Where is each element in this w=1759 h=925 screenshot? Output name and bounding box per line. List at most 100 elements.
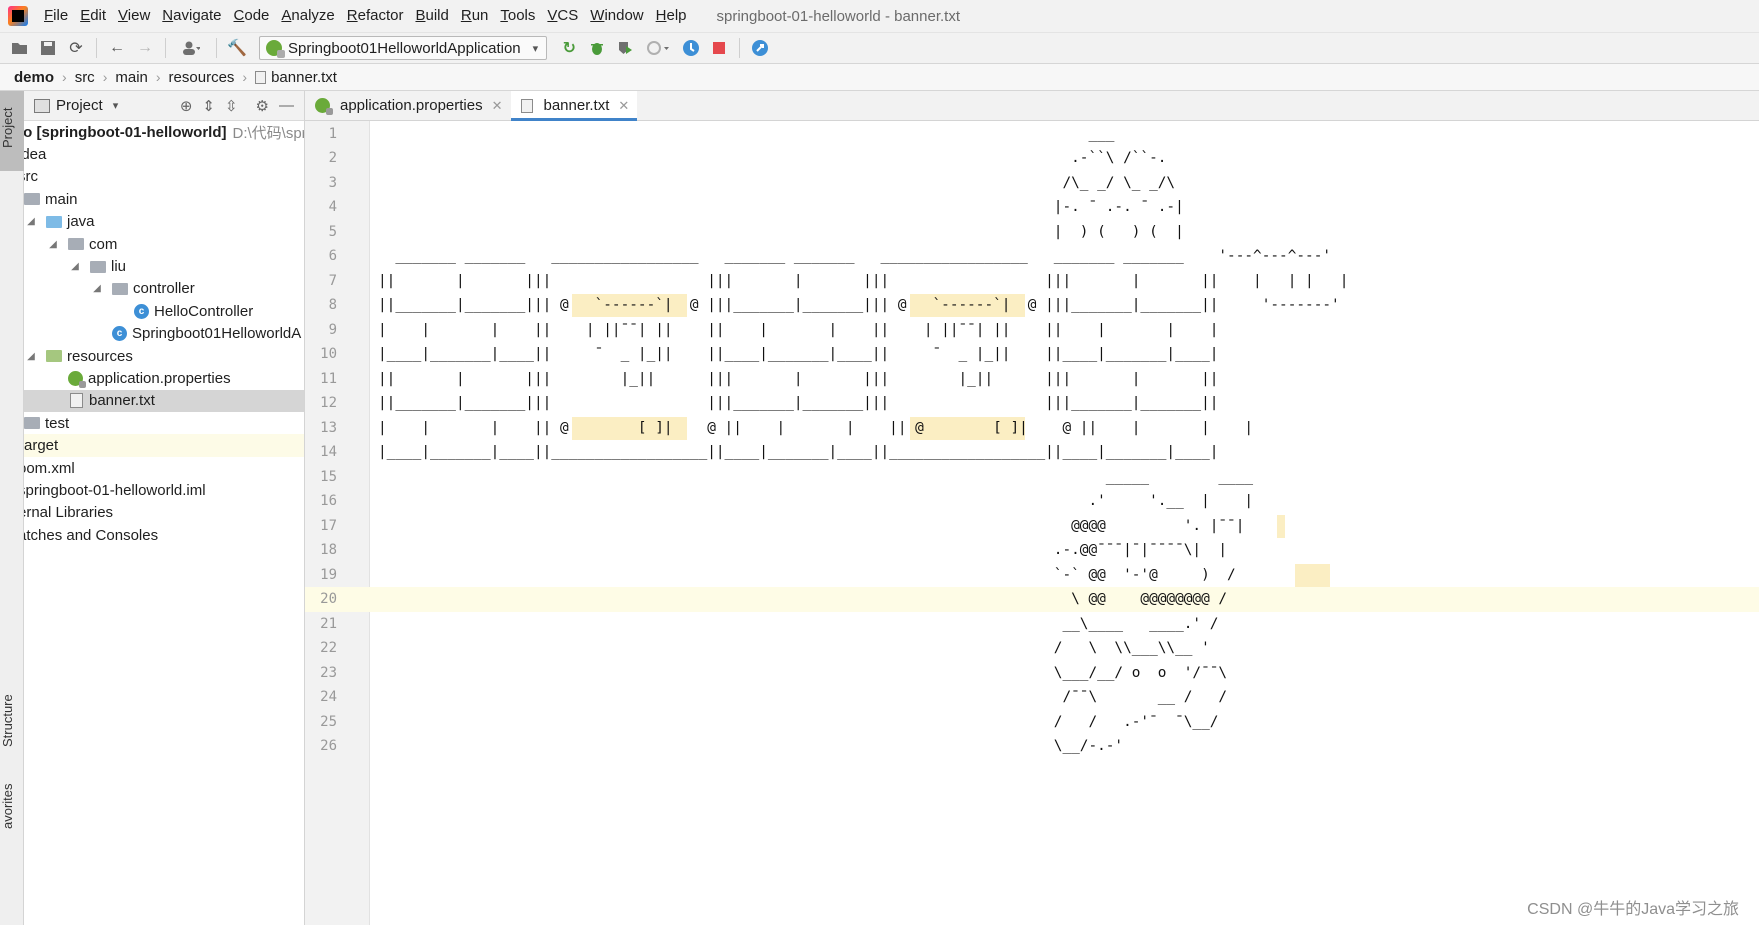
code-line: .-``\ /``-. xyxy=(378,150,1167,166)
open-folder-icon[interactable] xyxy=(6,35,34,61)
window-title: springboot-01-helloworld - banner.txt xyxy=(716,7,960,25)
toolbar-separator xyxy=(739,38,741,58)
save-all-icon[interactable] xyxy=(34,35,62,61)
stop-icon[interactable] xyxy=(705,35,733,61)
tree-item-resources[interactable]: ◢ resources xyxy=(24,345,304,367)
code-line: ||_______|_______||| @ `------`| @ |||__… xyxy=(378,297,1340,313)
expand-all-icon[interactable]: ⇕ xyxy=(202,97,215,115)
menu-tools[interactable]: Tools xyxy=(494,0,541,32)
back-arrow-icon[interactable]: ← xyxy=(103,35,131,61)
chevron-down-icon[interactable]: ▾ xyxy=(113,99,119,112)
menu-vcs[interactable]: VCS xyxy=(541,0,584,32)
breadcrumb-src[interactable]: src xyxy=(75,69,95,86)
tree-item-hello-controller[interactable]: c HelloController xyxy=(24,300,304,322)
chevron-down-icon[interactable]: ◢ xyxy=(24,216,38,227)
project-view-select[interactable]: Project xyxy=(56,97,103,114)
tree-item-controller[interactable]: ◢ controller xyxy=(24,278,304,300)
tree-item-label: liu xyxy=(111,258,127,276)
menu-code[interactable]: Code xyxy=(228,0,276,32)
menu-window[interactable]: Window xyxy=(584,0,649,32)
tree-item-test[interactable]: test xyxy=(24,412,304,434)
tree-item-java[interactable]: ◢ java xyxy=(24,211,304,233)
menu-navigate[interactable]: Navigate xyxy=(156,0,227,32)
tree-item-pom-xml[interactable]: oom.xml xyxy=(24,457,304,479)
locate-file-icon[interactable]: ⊕ xyxy=(180,97,193,115)
tree-item-iml[interactable]: springboot-01-helloworld.iml xyxy=(24,479,304,501)
tab-application-properties[interactable]: application.properties ✕ xyxy=(305,91,511,120)
code-line: |____|_______|____|| ¯ _ |_|| ||____|___… xyxy=(378,346,1219,362)
chevron-down-icon[interactable]: ◢ xyxy=(24,351,38,362)
menu-file[interactable]: File xyxy=(38,0,74,32)
package-icon xyxy=(112,282,128,295)
tree-item-idea[interactable]: idea xyxy=(24,143,304,165)
tree-item-external-libraries[interactable]: ernal Libraries xyxy=(24,502,304,524)
line-number: 24 xyxy=(320,689,337,705)
tree-item-target[interactable]: arget xyxy=(24,434,304,457)
sync-icon[interactable]: ⟳ xyxy=(62,35,90,61)
tree-item-main[interactable]: main xyxy=(24,188,304,210)
editor-text-area[interactable]: ___ .-``\ /``-. /\_ _/ \_ _/\ |-. ¯ .-. … xyxy=(370,121,1759,925)
search-everywhere-icon[interactable] xyxy=(746,35,774,61)
tree-item-src[interactable]: src xyxy=(24,166,304,188)
line-number: 4 xyxy=(328,199,337,215)
tree-item-application-class[interactable]: c Springboot01HelloworldA xyxy=(24,323,304,345)
tree-item-label: arget xyxy=(24,437,59,455)
line-number: 23 xyxy=(320,664,337,681)
line-number: 3 xyxy=(328,174,337,191)
chevron-down-icon[interactable]: ◢ xyxy=(46,239,60,250)
folder-icon xyxy=(24,193,40,206)
breadcrumb-project[interactable]: demo xyxy=(14,69,54,86)
tree-item-scratches[interactable]: atches and Consoles xyxy=(24,524,304,546)
tree-item-com[interactable]: ◢ com xyxy=(24,233,304,255)
line-number: 16 xyxy=(320,493,337,509)
tree-item-liu[interactable]: ◢ liu xyxy=(24,255,304,277)
close-icon[interactable]: ✕ xyxy=(618,98,629,114)
rerun-icon[interactable]: ↻ xyxy=(555,35,583,61)
chevron-down-icon[interactable]: ◢ xyxy=(90,283,104,294)
spring-boot-class-icon: c xyxy=(112,326,127,342)
tree-item-application-properties[interactable]: application.properties xyxy=(24,367,304,389)
tab-banner-txt[interactable]: banner.txt ✕ xyxy=(510,91,638,121)
chevron-right-icon: › xyxy=(102,69,108,85)
menu-view[interactable]: View xyxy=(112,0,156,32)
menu-build[interactable]: Build xyxy=(409,0,454,32)
tree-item-label: springboot-01-helloworld.iml xyxy=(24,481,206,499)
profile-icon[interactable] xyxy=(639,35,677,61)
project-panel-tools: ⊕ ⇕ ⇳ ⚙ — xyxy=(180,97,304,115)
user-dropdown-icon[interactable] xyxy=(172,35,210,61)
menu-refactor[interactable]: Refactor xyxy=(341,0,410,32)
tool-tab-structure[interactable]: Structure xyxy=(0,681,24,761)
hide-panel-icon[interactable]: — xyxy=(279,97,294,115)
tree-item-label: application.properties xyxy=(88,369,231,387)
menu-analyze[interactable]: Analyze xyxy=(275,0,340,32)
intellij-logo-icon xyxy=(8,6,28,26)
breadcrumb-resources[interactable]: resources xyxy=(169,69,235,86)
chevron-right-icon: › xyxy=(62,69,67,85)
breadcrumb-main[interactable]: main xyxy=(115,69,148,86)
tree-item-project-root[interactable]: no [springboot-01-helloworld] D:\代码\spri xyxy=(24,121,304,143)
tool-tab-favorites[interactable]: avorites xyxy=(0,776,24,836)
menu-run[interactable]: Run xyxy=(455,0,495,32)
run-configuration-select[interactable]: Springboot01HelloworldApplication ▾ xyxy=(259,36,548,60)
close-icon[interactable]: ✕ xyxy=(492,98,503,114)
stop-update-icon[interactable] xyxy=(677,35,705,61)
tool-tab-project[interactable]: Project xyxy=(0,91,24,171)
menu-edit[interactable]: Edit xyxy=(74,0,112,32)
forward-arrow-icon[interactable]: → xyxy=(131,35,159,61)
tree-item-banner-txt[interactable]: banner.txt xyxy=(24,389,304,413)
menu-help[interactable]: Help xyxy=(650,0,693,32)
breadcrumb-file-label: banner.txt xyxy=(271,68,337,86)
run-coverage-icon[interactable] xyxy=(611,35,639,61)
line-number: 12 xyxy=(320,395,337,411)
debug-bug-icon[interactable] xyxy=(583,35,611,61)
collapse-all-icon[interactable]: ⇳ xyxy=(225,97,238,115)
toolbar-separator xyxy=(216,38,217,58)
code-line: / \ \\___\\__ ' xyxy=(378,640,1210,656)
line-number: 15 xyxy=(320,468,337,485)
code-line: / / .-'¯ ¯\__/ xyxy=(378,713,1219,730)
build-hammer-icon[interactable]: 🔨 xyxy=(223,35,251,61)
breadcrumb-file[interactable]: banner.txt xyxy=(255,69,337,86)
chevron-down-icon[interactable]: ◢ xyxy=(68,261,82,272)
line-number: 8 xyxy=(328,297,337,313)
gear-icon[interactable]: ⚙ xyxy=(256,97,269,115)
